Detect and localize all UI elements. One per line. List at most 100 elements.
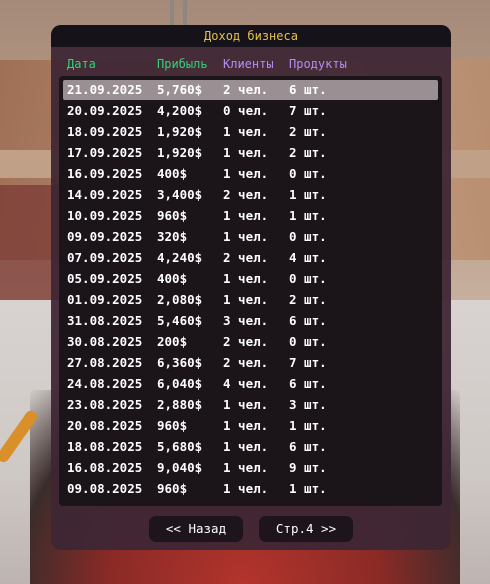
row-profit: 4,240$ — [157, 250, 203, 265]
row-clients: 1 чел. — [223, 271, 269, 286]
list-item[interactable]: 01.09.2025 2,080$ 1 чел. 2 шт. — [63, 290, 438, 310]
row-clients: 1 чел. — [223, 166, 269, 181]
list-item[interactable]: 16.09.2025 400$ 1 чел. 0 шт. — [63, 164, 438, 184]
list-item[interactable]: 20.08.2025 960$ 1 чел. 1 шт. — [63, 416, 438, 436]
list-item[interactable]: 17.09.2025 1,920$ 1 чел. 2 шт. — [63, 143, 438, 163]
row-profit: 2,880$ — [157, 397, 203, 412]
row-products: 6 шт. — [289, 439, 327, 454]
list-item[interactable]: 24.08.2025 6,040$ 4 чел. 6 шт. — [63, 374, 438, 394]
row-clients: 2 чел. — [223, 82, 269, 97]
row-clients: 1 чел. — [223, 439, 269, 454]
list-item[interactable]: 09.08.2025 960$ 1 чел. 1 шт. — [63, 479, 438, 499]
column-header-date: Дата — [67, 57, 96, 71]
row-products: 7 шт. — [289, 355, 327, 370]
row-date: 30.08.2025 — [67, 334, 143, 349]
row-products: 4 шт. — [289, 250, 327, 265]
row-date: 09.09.2025 — [67, 229, 143, 244]
row-products: 6 шт. — [289, 376, 327, 391]
row-date: 31.08.2025 — [67, 313, 143, 328]
row-profit: 9,040$ — [157, 460, 203, 475]
row-profit: 5,460$ — [157, 313, 203, 328]
list-item[interactable]: 09.09.2025 320$ 1 чел. 0 шт. — [63, 227, 438, 247]
row-products: 1 шт. — [289, 187, 327, 202]
row-profit: 200$ — [157, 334, 188, 349]
row-date: 21.09.2025 — [67, 82, 143, 97]
column-header-clients: Клиенты — [223, 57, 274, 71]
list-item[interactable]: 10.09.2025 960$ 1 чел. 1 шт. — [63, 206, 438, 226]
row-products: 2 шт. — [289, 145, 327, 160]
list-item[interactable]: 18.08.2025 5,680$ 1 чел. 6 шт. — [63, 437, 438, 457]
row-clients: 2 чел. — [223, 355, 269, 370]
row-date: 17.09.2025 — [67, 145, 143, 160]
row-date: 20.08.2025 — [67, 418, 143, 433]
list-item[interactable]: 18.09.2025 1,920$ 1 чел. 2 шт. — [63, 122, 438, 142]
row-profit: 400$ — [157, 166, 188, 181]
row-date: 16.08.2025 — [67, 460, 143, 475]
list-item[interactable]: 20.09.2025 4,200$ 0 чел. 7 шт. — [63, 101, 438, 121]
row-profit: 4,200$ — [157, 103, 203, 118]
row-products: 9 шт. — [289, 460, 327, 475]
income-list[interactable]: 21.09.2025 5,760$ 2 чел. 6 шт. 20.09.2025 4,2… — [59, 76, 442, 506]
row-date: 24.08.2025 — [67, 376, 143, 391]
row-date: 18.08.2025 — [67, 439, 143, 454]
row-date: 09.08.2025 — [67, 481, 143, 496]
row-profit: 1,920$ — [157, 145, 203, 160]
back-button[interactable]: << Назад — [149, 516, 243, 542]
row-products: 1 шт. — [289, 208, 327, 223]
row-profit: 6,360$ — [157, 355, 203, 370]
row-date: 23.08.2025 — [67, 397, 143, 412]
row-clients: 2 чел. — [223, 334, 269, 349]
list-item[interactable]: 07.09.2025 4,240$ 2 чел. 4 шт. — [63, 248, 438, 268]
list-item[interactable]: 27.08.2025 6,360$ 2 чел. 7 шт. — [63, 353, 438, 373]
row-profit: 3,400$ — [157, 187, 203, 202]
row-profit: 5,760$ — [157, 82, 203, 97]
row-date: 18.09.2025 — [67, 124, 143, 139]
row-profit: 400$ — [157, 271, 188, 286]
list-item[interactable]: 23.08.2025 2,880$ 1 чел. 3 шт. — [63, 395, 438, 415]
dialog-title: Доход бизнеса — [51, 25, 451, 47]
row-date: 05.09.2025 — [67, 271, 143, 286]
row-profit: 960$ — [157, 208, 188, 223]
row-profit: 5,680$ — [157, 439, 203, 454]
row-products: 1 шт. — [289, 481, 327, 496]
row-clients: 1 чел. — [223, 418, 269, 433]
row-products: 2 шт. — [289, 124, 327, 139]
row-clients: 0 чел. — [223, 103, 269, 118]
row-products: 3 шт. — [289, 397, 327, 412]
row-products: 0 шт. — [289, 229, 327, 244]
row-clients: 4 чел. — [223, 376, 269, 391]
row-profit: 6,040$ — [157, 376, 203, 391]
row-date: 20.09.2025 — [67, 103, 143, 118]
row-date: 01.09.2025 — [67, 292, 143, 307]
row-date: 07.09.2025 — [67, 250, 143, 265]
row-profit: 960$ — [157, 481, 188, 496]
list-item[interactable]: 14.09.2025 3,400$ 2 чел. 1 шт. — [63, 185, 438, 205]
row-date: 14.09.2025 — [67, 187, 143, 202]
list-item[interactable]: 05.09.2025 400$ 1 чел. 0 шт. — [63, 269, 438, 289]
row-date: 27.08.2025 — [67, 355, 143, 370]
row-profit: 320$ — [157, 229, 188, 244]
row-clients: 1 чел. — [223, 229, 269, 244]
row-clients: 3 чел. — [223, 313, 269, 328]
row-profit: 1,920$ — [157, 124, 203, 139]
row-clients: 1 чел. — [223, 292, 269, 307]
row-clients: 1 чел. — [223, 481, 269, 496]
row-products: 0 шт. — [289, 271, 327, 286]
row-profit: 960$ — [157, 418, 188, 433]
row-clients: 1 чел. — [223, 145, 269, 160]
list-item[interactable]: 21.09.2025 5,760$ 2 чел. 6 шт. — [63, 80, 438, 100]
row-date: 16.09.2025 — [67, 166, 143, 181]
row-date: 10.09.2025 — [67, 208, 143, 223]
next-page-button[interactable]: Стр.4 >> — [259, 516, 353, 542]
row-products: 0 шт. — [289, 166, 327, 181]
list-item[interactable]: 16.08.2025 9,040$ 1 чел. 9 шт. — [63, 458, 438, 478]
business-income-dialog: Доход бизнеса Дата Прибыль Клиенты Проду… — [51, 25, 451, 550]
row-profit: 2,080$ — [157, 292, 203, 307]
row-clients: 1 чел. — [223, 124, 269, 139]
row-clients: 1 чел. — [223, 460, 269, 475]
row-clients: 1 чел. — [223, 208, 269, 223]
list-item[interactable]: 30.08.2025 200$ 2 чел. 0 шт. — [63, 332, 438, 352]
row-products: 6 шт. — [289, 82, 327, 97]
row-products: 1 шт. — [289, 418, 327, 433]
list-item[interactable]: 31.08.2025 5,460$ 3 чел. 6 шт. — [63, 311, 438, 331]
